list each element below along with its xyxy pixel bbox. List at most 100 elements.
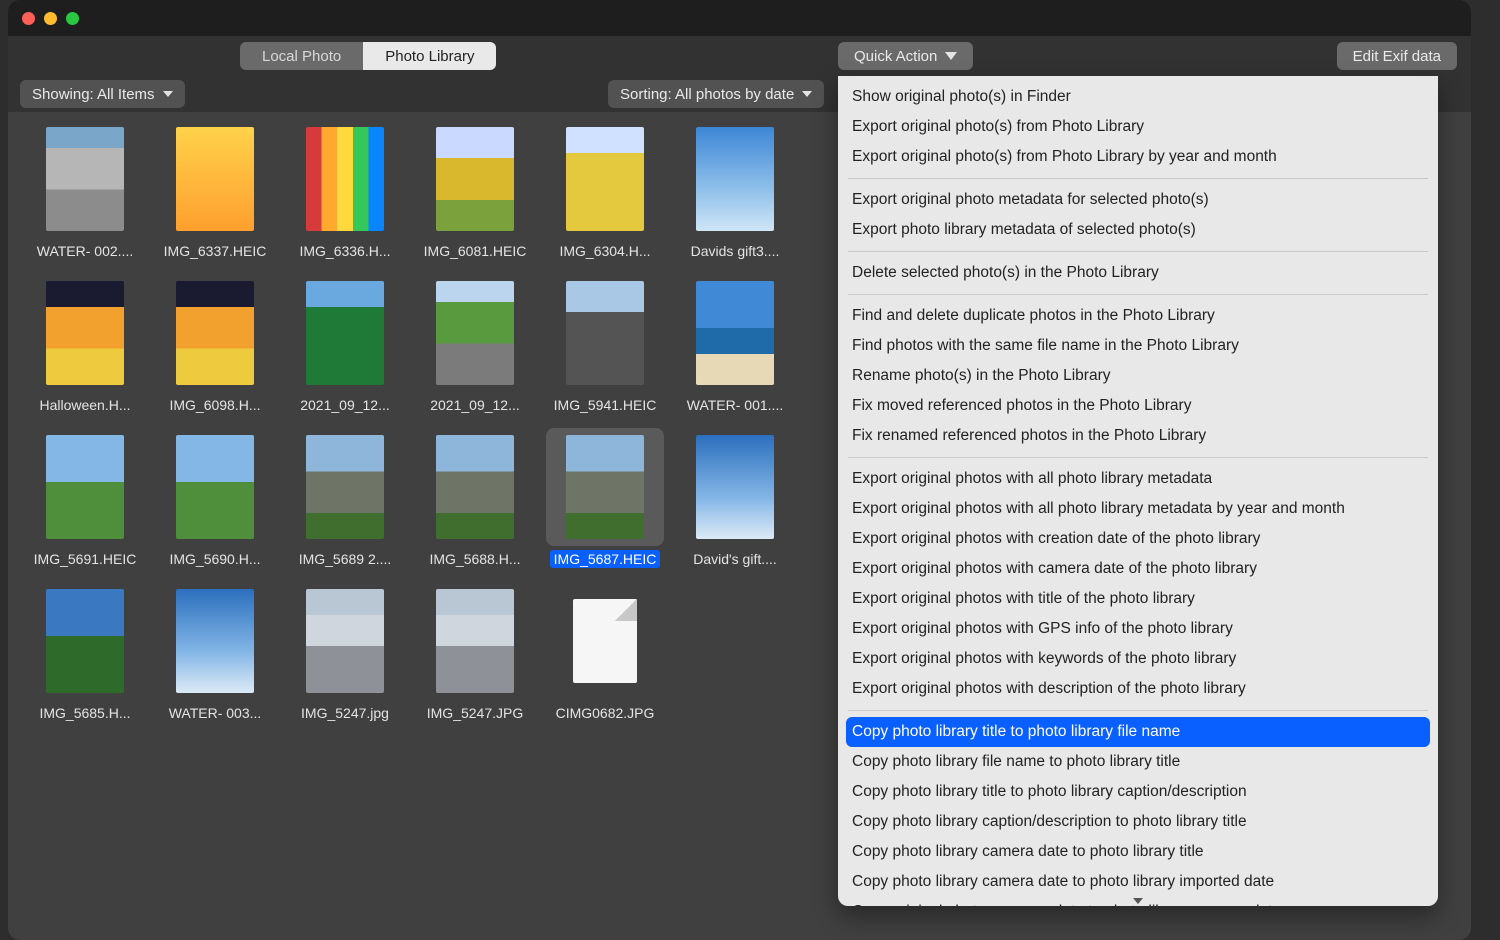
menu-item[interactable]: Copy photo library caption/description t… bbox=[838, 807, 1438, 837]
thumbnail-image bbox=[46, 281, 124, 385]
menu-item[interactable]: Find photos with the same file name in t… bbox=[838, 331, 1438, 361]
photo-cell[interactable]: IMG_6304.H... bbox=[542, 120, 668, 260]
menu-item[interactable]: Export original photos with description … bbox=[838, 674, 1438, 704]
window-controls bbox=[22, 12, 79, 25]
menu-item[interactable]: Export original photos with all photo li… bbox=[838, 494, 1438, 524]
photo-filename: IMG_5690.H... bbox=[165, 550, 264, 568]
menu-item[interactable]: Copy photo library title to photo librar… bbox=[838, 777, 1438, 807]
menu-item[interactable]: Export original photos with creation dat… bbox=[838, 524, 1438, 554]
photo-cell[interactable]: WATER- 002.... bbox=[22, 120, 148, 260]
menu-item[interactable]: Delete selected photo(s) in the Photo Li… bbox=[838, 258, 1438, 288]
photo-cell[interactable]: WATER- 003... bbox=[152, 582, 278, 722]
menu-item[interactable]: Copy photo library title to photo librar… bbox=[846, 717, 1430, 747]
thumbnail-image bbox=[566, 127, 644, 231]
thumbnail-image bbox=[176, 589, 254, 693]
thumbnail-image bbox=[176, 127, 254, 231]
photo-cell[interactable]: IMG_5688.H... bbox=[412, 428, 538, 568]
photo-cell[interactable]: IMG_5689 2.... bbox=[282, 428, 408, 568]
menu-item[interactable]: Export original photos with GPS info of … bbox=[838, 614, 1438, 644]
photo-filename: WATER- 003... bbox=[165, 704, 266, 722]
photo-cell[interactable]: WATER- 001.... bbox=[672, 274, 798, 414]
thumbnail-frame bbox=[416, 274, 534, 392]
thumbnail-image bbox=[696, 435, 774, 539]
thumbnail-image bbox=[306, 281, 384, 385]
menu-item[interactable]: Fix renamed referenced photos in the Pho… bbox=[838, 421, 1438, 451]
photo-cell[interactable]: IMG_5941.HEIC bbox=[542, 274, 668, 414]
photo-cell[interactable]: 2021_09_12... bbox=[282, 274, 408, 414]
thumbnail-frame bbox=[26, 274, 144, 392]
photo-cell[interactable]: David's gift.... bbox=[672, 428, 798, 568]
tab-photo-library[interactable]: Photo Library bbox=[363, 42, 496, 70]
menu-item[interactable]: Export original photo metadata for selec… bbox=[838, 185, 1438, 215]
menu-item[interactable]: Export photo library metadata of selecte… bbox=[838, 215, 1438, 245]
thumbnail-frame bbox=[416, 428, 534, 546]
menu-item[interactable]: Copy photo library file name to photo li… bbox=[838, 747, 1438, 777]
thumbnail-frame bbox=[676, 274, 794, 392]
photo-filename: IMG_6098.H... bbox=[165, 396, 264, 414]
photo-cell[interactable]: IMG_5690.H... bbox=[152, 428, 278, 568]
menu-item[interactable]: Copy original photos camera date to phot… bbox=[838, 897, 1438, 906]
photo-filename: IMG_6304.H... bbox=[555, 242, 654, 260]
photo-filename: IMG_5941.HEIC bbox=[550, 396, 661, 414]
photo-cell[interactable]: IMG_6098.H... bbox=[152, 274, 278, 414]
quick-action-menu[interactable]: Show original photo(s) in FinderExport o… bbox=[838, 76, 1438, 906]
thumbnail-frame bbox=[546, 582, 664, 700]
menu-item[interactable]: Find and delete duplicate photos in the … bbox=[838, 301, 1438, 331]
photo-cell[interactable]: IMG_5687.HEIC bbox=[542, 428, 668, 568]
menu-item[interactable]: Copy photo library camera date to photo … bbox=[838, 837, 1438, 867]
photo-cell[interactable]: Davids gift3.... bbox=[672, 120, 798, 260]
thumbnail-image bbox=[696, 127, 774, 231]
thumbnail-image bbox=[306, 589, 384, 693]
quick-action-button[interactable]: Quick Action bbox=[838, 42, 973, 70]
menu-item[interactable]: Export original photos with title of the… bbox=[838, 584, 1438, 614]
thumbnail-image bbox=[46, 589, 124, 693]
photo-filename: IMG_6336.H... bbox=[295, 242, 394, 260]
photo-filename: IMG_5687.HEIC bbox=[550, 550, 661, 568]
thumbnail-image bbox=[696, 281, 774, 385]
thumbnail-frame bbox=[676, 428, 794, 546]
minimize-icon[interactable] bbox=[44, 12, 57, 25]
menu-item[interactable]: Export original photos with keywords of … bbox=[838, 644, 1438, 674]
thumbnail-frame bbox=[156, 120, 274, 238]
thumbnail-frame bbox=[286, 274, 404, 392]
showing-filter[interactable]: Showing: All Items bbox=[20, 80, 185, 108]
thumbnail-image bbox=[46, 435, 124, 539]
photo-filename: IMG_6081.HEIC bbox=[420, 242, 531, 260]
menu-item[interactable]: Rename photo(s) in the Photo Library bbox=[838, 361, 1438, 391]
menu-item[interactable]: Export original photos with all photo li… bbox=[838, 464, 1438, 494]
photo-cell[interactable]: Halloween.H... bbox=[22, 274, 148, 414]
menu-item[interactable]: Show original photo(s) in Finder bbox=[838, 82, 1438, 112]
thumbnail-image bbox=[46, 127, 124, 231]
menu-separator bbox=[848, 294, 1428, 295]
thumbnail-frame bbox=[416, 120, 534, 238]
thumbnail-image bbox=[436, 281, 514, 385]
photo-filename: IMG_5691.HEIC bbox=[30, 550, 141, 568]
photo-filename: 2021_09_12... bbox=[296, 396, 394, 414]
photo-filename: IMG_5689 2.... bbox=[295, 550, 396, 568]
sorting-label: Sorting: All photos by date bbox=[620, 86, 794, 103]
menu-item[interactable]: Fix moved referenced photos in the Photo… bbox=[838, 391, 1438, 421]
titlebar bbox=[8, 0, 1471, 36]
photo-cell[interactable]: IMG_5685.H... bbox=[22, 582, 148, 722]
menu-item[interactable]: Copy photo library camera date to photo … bbox=[838, 867, 1438, 897]
photo-cell[interactable]: IMG_5247.jpg bbox=[282, 582, 408, 722]
photo-cell[interactable]: IMG_6336.H... bbox=[282, 120, 408, 260]
menu-item[interactable]: Export original photo(s) from Photo Libr… bbox=[838, 142, 1438, 172]
close-icon[interactable] bbox=[22, 12, 35, 25]
thumbnail-frame bbox=[286, 582, 404, 700]
photo-cell[interactable]: CIMG0682.JPG bbox=[542, 582, 668, 722]
thumbnail-image bbox=[306, 435, 384, 539]
menu-item[interactable]: Export original photos with camera date … bbox=[838, 554, 1438, 584]
photo-cell[interactable]: IMG_5691.HEIC bbox=[22, 428, 148, 568]
menu-separator bbox=[848, 457, 1428, 458]
edit-exif-button[interactable]: Edit Exif data bbox=[1337, 42, 1457, 70]
photo-cell[interactable]: IMG_6337.HEIC bbox=[152, 120, 278, 260]
photo-cell[interactable]: IMG_6081.HEIC bbox=[412, 120, 538, 260]
photo-filename: Davids gift3.... bbox=[687, 242, 784, 260]
sorting-filter[interactable]: Sorting: All photos by date bbox=[608, 80, 824, 108]
maximize-icon[interactable] bbox=[66, 12, 79, 25]
menu-item[interactable]: Export original photo(s) from Photo Libr… bbox=[838, 112, 1438, 142]
photo-cell[interactable]: IMG_5247.JPG bbox=[412, 582, 538, 722]
photo-cell[interactable]: 2021_09_12... bbox=[412, 274, 538, 414]
tab-local-photo[interactable]: Local Photo bbox=[240, 42, 363, 70]
